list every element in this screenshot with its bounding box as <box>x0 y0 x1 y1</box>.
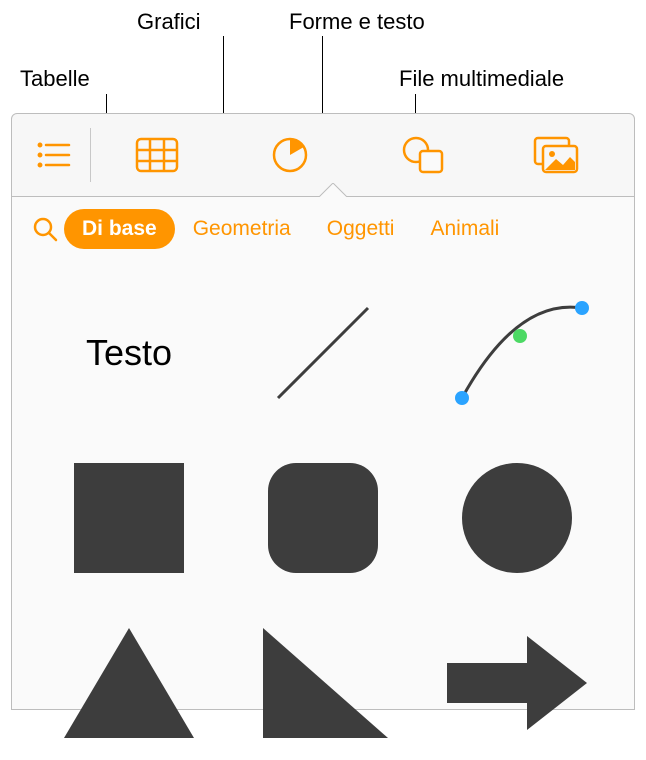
shape-right-triangle[interactable] <box>236 605 410 760</box>
category-objects[interactable]: Oggetti <box>309 209 413 249</box>
shape-curve[interactable] <box>430 275 604 430</box>
square-icon <box>64 453 194 583</box>
shape-square[interactable] <box>42 440 216 595</box>
shape-text[interactable]: Testo <box>42 275 216 430</box>
shape-line[interactable] <box>236 275 410 430</box>
rounded-square-icon <box>258 453 388 583</box>
search-icon <box>32 216 58 242</box>
search-button[interactable] <box>26 210 64 248</box>
line-icon <box>258 288 388 418</box>
category-basic[interactable]: Di base <box>64 209 175 249</box>
callout-grafici: Grafici <box>137 9 201 35</box>
popover-arrow <box>319 183 347 197</box>
category-geometry[interactable]: Geometria <box>175 209 309 249</box>
shapes-popover: Di base Geometria Oggetti Animali Testo <box>11 197 635 710</box>
tables-button[interactable] <box>91 114 224 196</box>
media-button[interactable] <box>489 114 622 196</box>
triangle-icon <box>59 623 199 743</box>
shapes-icon <box>401 135 445 175</box>
shape-rounded-square[interactable] <box>236 440 410 595</box>
callout-forme-testo: Forme e testo <box>289 9 425 35</box>
circle-icon <box>452 453 582 583</box>
category-animals[interactable]: Animali <box>412 209 517 249</box>
media-icon <box>532 135 580 175</box>
shapes-button[interactable] <box>357 114 490 196</box>
callout-tabelle: Tabelle <box>20 66 90 92</box>
shape-arrow-right[interactable] <box>430 605 604 760</box>
arrow-right-icon <box>442 628 592 738</box>
toc-button[interactable] <box>24 114 84 196</box>
curve-icon <box>442 288 592 418</box>
callout-file-multimediale: File multimediale <box>399 66 564 92</box>
table-icon <box>135 137 179 173</box>
shape-circle[interactable] <box>430 440 604 595</box>
list-icon <box>37 141 71 169</box>
right-triangle-icon <box>253 623 393 743</box>
shape-triangle[interactable] <box>42 605 216 760</box>
text-shape-label: Testo <box>86 332 172 374</box>
chart-icon <box>270 135 310 175</box>
category-bar: Di base Geometria Oggetti Animali <box>12 197 634 255</box>
shapes-grid: Testo <box>12 255 634 760</box>
